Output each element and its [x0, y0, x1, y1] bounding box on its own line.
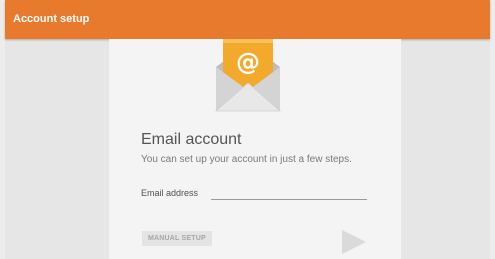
email-field-label: Email address	[141, 188, 199, 198]
app-bar: Account setup	[5, 0, 490, 39]
svg-text:@: @	[236, 48, 260, 76]
email-field[interactable]	[211, 185, 367, 200]
email-envelope-icon: @	[214, 39, 282, 112]
page-heading: Email account	[141, 131, 242, 148]
next-arrow-icon[interactable]	[338, 228, 370, 256]
page-subtext: You can set up your account in just a fe…	[141, 154, 352, 165]
app-window: Account setup @ Email account You can se…	[5, 0, 490, 259]
app-bar-title: Account setup	[13, 13, 90, 25]
manual-setup-button[interactable]: MANUAL SETUP	[142, 231, 212, 246]
setup-card: @ Email account You can set up your acco…	[109, 39, 401, 259]
